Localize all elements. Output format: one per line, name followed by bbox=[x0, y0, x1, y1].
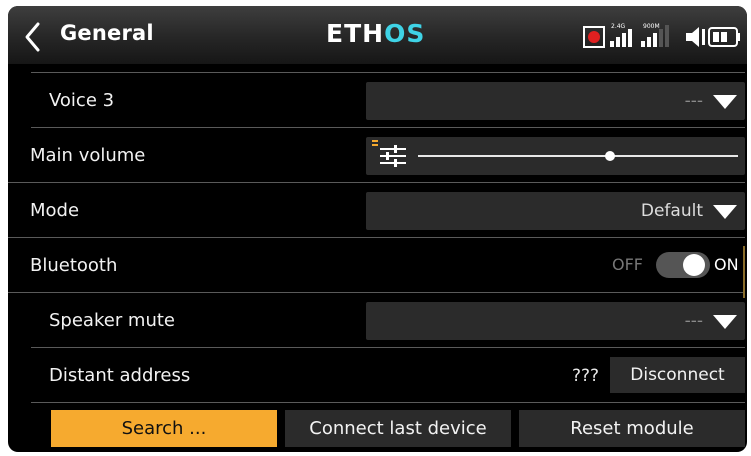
disconnect-button[interactable]: Disconnect bbox=[610, 357, 745, 393]
volume-knob[interactable] bbox=[605, 151, 615, 161]
logo-main-text: ETH bbox=[326, 19, 385, 48]
dropdown-triangle-icon bbox=[713, 205, 737, 219]
signal-24g-icon: 2.4G bbox=[610, 23, 632, 47]
row-divider bbox=[31, 402, 745, 403]
voice3-select[interactable]: --- bbox=[366, 82, 745, 120]
toggle-knob bbox=[683, 254, 705, 276]
battery-icon bbox=[708, 27, 740, 47]
row-mode: Mode Default bbox=[8, 183, 747, 237]
volume-track bbox=[418, 155, 738, 157]
bluetooth-label: Bluetooth bbox=[30, 255, 118, 276]
search-button[interactable]: Search ... bbox=[51, 410, 277, 447]
header-bar: General ETHOS 2.4G 900M bbox=[8, 6, 747, 64]
speaker-icon bbox=[686, 27, 705, 47]
sliders-icon[interactable] bbox=[372, 140, 408, 170]
voice3-label: Voice 3 bbox=[49, 90, 115, 111]
dropdown-triangle-icon bbox=[713, 315, 737, 329]
signal-band-2: 900M bbox=[643, 23, 660, 30]
main-volume-label: Main volume bbox=[30, 145, 146, 166]
logo-accent-text: OS bbox=[384, 19, 426, 48]
bluetooth-on-label: ON bbox=[714, 255, 739, 274]
radio-screen: General ETHOS 2.4G 900M Voice 3 --- Main… bbox=[8, 6, 747, 452]
distant-address-value: ??? bbox=[572, 366, 600, 386]
speaker-mute-select[interactable]: --- bbox=[366, 302, 745, 340]
signal-band-1: 2.4G bbox=[611, 23, 626, 30]
distant-address-label: Distant address bbox=[49, 365, 191, 386]
mode-select[interactable]: Default bbox=[366, 192, 745, 230]
row-voice3: Voice 3 --- bbox=[8, 73, 747, 127]
record-icon bbox=[583, 26, 605, 48]
speaker-mute-value: --- bbox=[684, 311, 703, 331]
dropdown-triangle-icon bbox=[713, 95, 737, 109]
page-title: General bbox=[60, 21, 154, 45]
row-distant-address: Distant address ??? Disconnect bbox=[8, 348, 747, 402]
ethos-logo: ETHOS bbox=[326, 19, 425, 48]
speaker-mute-label: Speaker mute bbox=[49, 310, 176, 331]
row-main-volume: Main volume bbox=[8, 128, 747, 182]
main-volume-slider[interactable] bbox=[366, 137, 745, 175]
row-bluetooth: Bluetooth OFF ON bbox=[8, 238, 747, 292]
mode-label: Mode bbox=[30, 200, 80, 221]
voice3-value: --- bbox=[684, 91, 703, 111]
status-icons: 2.4G 900M bbox=[583, 23, 740, 48]
reset-module-button[interactable]: Reset module bbox=[519, 410, 745, 447]
mode-value: Default bbox=[640, 201, 703, 221]
scroll-indicator bbox=[743, 246, 745, 298]
connect-last-device-button[interactable]: Connect last device bbox=[285, 410, 511, 447]
chevron-left-icon[interactable] bbox=[20, 20, 46, 54]
row-speaker-mute: Speaker mute --- bbox=[8, 293, 747, 347]
bluetooth-toggle[interactable] bbox=[656, 252, 710, 278]
signal-900m-icon: 900M bbox=[641, 23, 669, 47]
bluetooth-off-label: OFF bbox=[612, 255, 643, 274]
